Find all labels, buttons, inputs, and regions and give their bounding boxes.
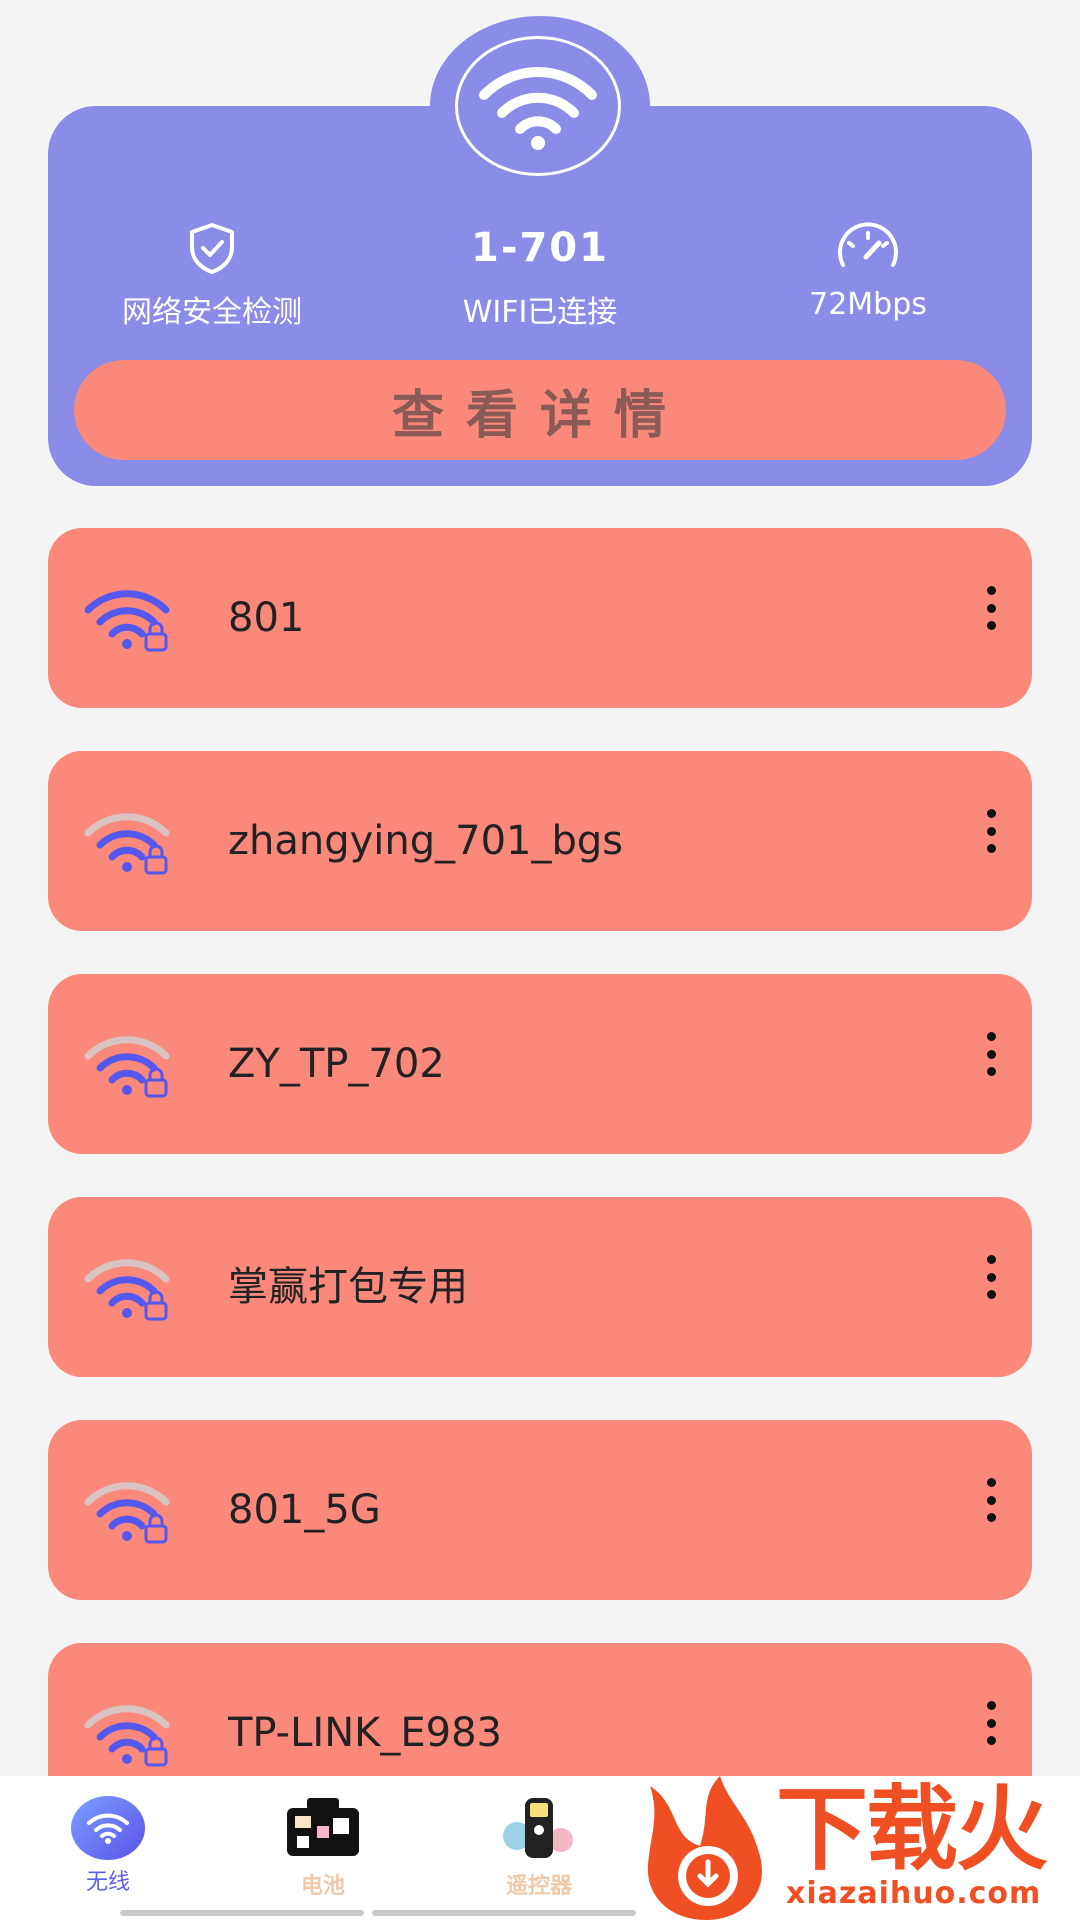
connected-network: 1-701 WIFI已连接 bbox=[390, 215, 690, 331]
network-item[interactable]: 801 bbox=[48, 528, 1032, 708]
more-options-icon[interactable] bbox=[984, 1478, 998, 1522]
security-check-label: 网络安全检测 bbox=[122, 295, 302, 330]
connected-ssid: 1-701 bbox=[471, 225, 609, 271]
connection-status: WIFI已连接 bbox=[462, 295, 618, 330]
more-options-icon[interactable] bbox=[984, 809, 998, 853]
tab-label: 遥控器 bbox=[505, 1874, 572, 1899]
more-options-icon[interactable] bbox=[984, 1701, 998, 1745]
tab-battery[interactable]: 电池 bbox=[248, 1796, 398, 1900]
tab-indicator bbox=[372, 1910, 636, 1916]
tab-indicator bbox=[120, 1910, 364, 1916]
wifi-locked-icon bbox=[84, 1703, 174, 1769]
network-item[interactable]: 801_5G bbox=[48, 1420, 1032, 1600]
wifi-locked-icon bbox=[84, 811, 174, 877]
battery-icon bbox=[287, 1798, 359, 1856]
network-name: zhangying_701_bgs bbox=[228, 818, 624, 864]
connected-wifi-icon bbox=[455, 36, 621, 176]
more-options-icon[interactable] bbox=[984, 1255, 998, 1299]
network-item[interactable]: zhangying_701_bgs bbox=[48, 751, 1032, 931]
tab-remote[interactable]: 遥控器 bbox=[464, 1796, 614, 1900]
speed-stat: 72Mbps bbox=[718, 215, 1018, 322]
wifi-locked-icon bbox=[84, 1257, 174, 1323]
wifi-icon bbox=[71, 1796, 145, 1860]
flame-download-icon bbox=[647, 1776, 762, 1920]
remote-icon bbox=[503, 1798, 573, 1858]
wifi-locked-icon bbox=[84, 1034, 174, 1100]
watermark-url: xiazaihuo.com bbox=[786, 1876, 1042, 1911]
network-name: 掌赢打包专用 bbox=[228, 1264, 468, 1310]
tab-wifi[interactable]: 无线 bbox=[33, 1796, 183, 1896]
speedometer-icon bbox=[718, 215, 1018, 281]
network-item[interactable]: 掌赢打包专用 bbox=[48, 1197, 1032, 1377]
more-options-icon[interactable] bbox=[984, 586, 998, 630]
speed-value: 72Mbps bbox=[809, 287, 927, 322]
view-details-button[interactable]: 查看详情 bbox=[74, 360, 1006, 460]
shield-check-icon bbox=[62, 215, 362, 281]
network-name: 801_5G bbox=[228, 1487, 381, 1533]
security-check[interactable]: 网络安全检测 bbox=[62, 215, 362, 331]
tab-label: 电池 bbox=[300, 1874, 345, 1899]
network-item[interactable]: ZY_TP_702 bbox=[48, 974, 1032, 1154]
more-options-icon[interactable] bbox=[984, 1032, 998, 1076]
tab-label: 无线 bbox=[85, 1870, 130, 1895]
network-name: 801 bbox=[228, 595, 305, 641]
watermark-logo: 下载火 xiazaihuo.com bbox=[636, 1776, 1080, 1920]
wifi-locked-icon bbox=[84, 588, 174, 654]
watermark-title: 下载火 bbox=[776, 1776, 1048, 1883]
wifi-locked-icon bbox=[84, 1480, 174, 1546]
network-name: ZY_TP_702 bbox=[228, 1041, 445, 1087]
